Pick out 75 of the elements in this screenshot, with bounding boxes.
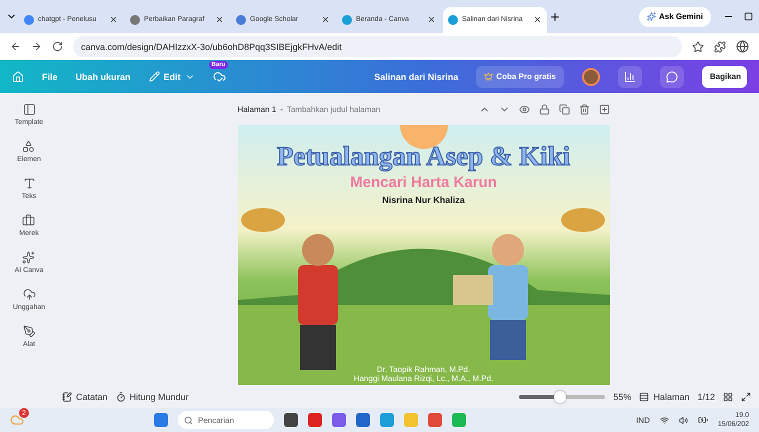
address-field[interactable]: canva.com/design/DAHIzzxX-3o/ub6ohD8Pqq3SIBEjgkFHvA/edit [73, 36, 682, 57]
close-icon[interactable] [215, 15, 224, 24]
fullscreen-icon[interactable] [741, 392, 751, 402]
sparkle-icon [646, 12, 656, 21]
bar-chart-icon [624, 70, 636, 82]
title-separator: - [280, 104, 283, 114]
template-icon [22, 103, 36, 116]
extensions-icon[interactable] [714, 40, 726, 52]
taskbar-search-field[interactable]: Pencarian [178, 411, 274, 429]
page-title-field[interactable]: Tambahkan judul halaman [286, 104, 380, 114]
cover-credit: Dr. Taopik Rahman, M.Pd. [376, 365, 470, 374]
weather-icon[interactable] [10, 413, 24, 427]
close-icon[interactable] [321, 15, 330, 24]
slider-thumb[interactable] [554, 391, 566, 403]
share-button[interactable]: Bagikan [702, 66, 747, 88]
timer-button[interactable]: Hitung Mundur [116, 392, 189, 402]
document-title[interactable]: Salinan dari Nisrina [374, 72, 458, 82]
notes-icon [62, 392, 72, 402]
add-page-icon[interactable] [598, 104, 610, 114]
bookmark-icon[interactable] [692, 40, 704, 52]
notes-button[interactable]: Catatan [62, 392, 108, 402]
trash-icon[interactable] [578, 104, 590, 114]
restore-icon[interactable] [744, 12, 753, 21]
app-icon[interactable] [284, 413, 298, 427]
cover-author: Nisrina Nur Khaliza [382, 195, 465, 205]
eye-icon[interactable] [518, 104, 530, 114]
comment-icon [666, 70, 678, 82]
battery-icon[interactable] [698, 415, 708, 425]
site-icon [236, 14, 246, 24]
cloud-icon[interactable] [212, 70, 226, 83]
text-icon [22, 177, 36, 190]
volume-icon[interactable] [678, 416, 688, 424]
back-icon[interactable] [10, 41, 21, 52]
site-icon [130, 14, 140, 24]
new-tab-icon[interactable] [549, 10, 561, 22]
upload-icon [22, 288, 36, 301]
grid-icon[interactable] [723, 392, 733, 402]
start-icon[interactable] [154, 413, 168, 427]
close-icon[interactable] [427, 15, 436, 24]
crown-icon [484, 72, 494, 81]
pages-icon [639, 392, 650, 402]
language-indicator[interactable]: IND [636, 416, 650, 424]
timer-icon [116, 392, 126, 402]
app-icon[interactable] [332, 413, 346, 427]
pro-button[interactable]: Coba Pro gratis [476, 66, 564, 88]
pages-button[interactable]: Halaman [639, 392, 690, 402]
site-icon [448, 14, 458, 24]
close-icon[interactable] [109, 15, 118, 24]
zoom-reading: 55% [613, 392, 632, 402]
comment-button[interactable] [660, 66, 684, 88]
wifi-icon[interactable] [660, 416, 669, 424]
lock-icon[interactable] [538, 104, 550, 114]
site-icon [24, 14, 34, 24]
app-icon[interactable] [308, 413, 322, 427]
ai-icon [22, 251, 36, 264]
tools-icon [22, 325, 36, 338]
cover-subtitle: Mencari Harta Karun [350, 174, 497, 191]
brand-icon [22, 214, 36, 227]
elements-icon [22, 140, 36, 153]
close-icon[interactable] [533, 15, 542, 24]
insights-button[interactable] [618, 66, 642, 88]
cover-credit: Hanggi Maulana Rizqi, Lc., M.A., M.Pd. [354, 374, 494, 383]
forward-icon[interactable] [31, 41, 42, 52]
reload-icon[interactable] [52, 41, 63, 52]
page-count: 1/12 [697, 392, 715, 402]
profile-icon[interactable] [736, 40, 749, 53]
site-icon [342, 14, 352, 24]
app-icon[interactable] [428, 413, 442, 427]
duplicate-icon[interactable] [558, 104, 570, 114]
ask-button[interactable]: Ask Gemini [638, 6, 711, 26]
page-label: Halaman 1 [238, 104, 276, 114]
cover-title: Petualangan Asep & Kiki [276, 141, 570, 172]
search-icon [184, 416, 193, 424]
app-icon[interactable] [356, 413, 370, 427]
pencil-icon [148, 71, 160, 82]
